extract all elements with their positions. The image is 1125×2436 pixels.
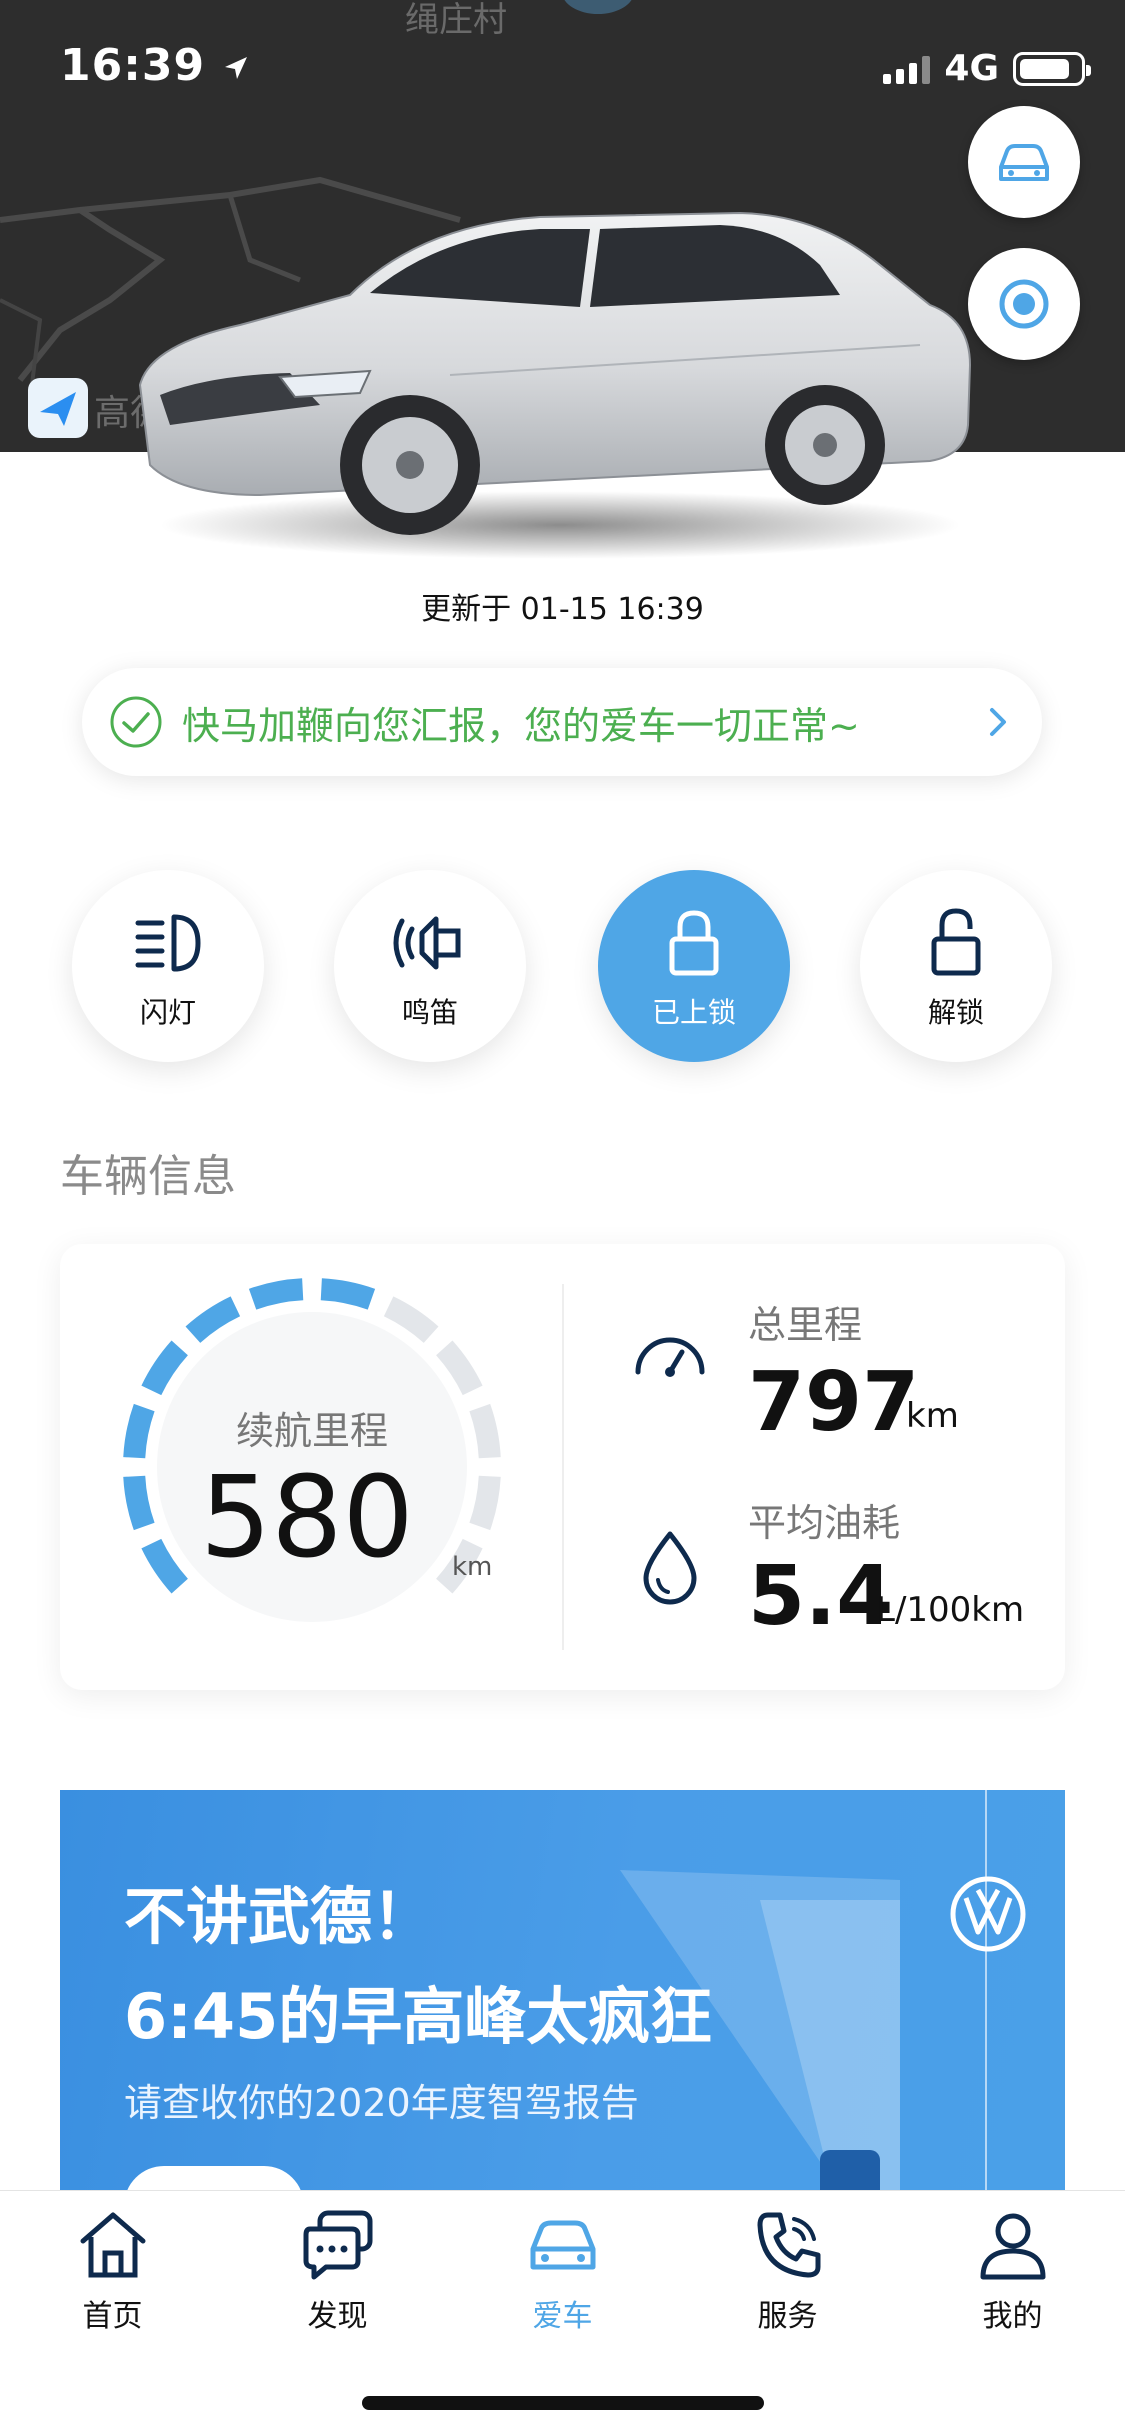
banner-subtitle: 请查收你的2020年度智驾报告 bbox=[124, 2081, 639, 2125]
flash-lights-label: 闪灯 bbox=[139, 996, 196, 1029]
signal-icon bbox=[883, 54, 931, 84]
phone-icon bbox=[757, 2212, 820, 2278]
banner-headline-2: 6:45的早高峰太疯狂 bbox=[124, 1980, 713, 2053]
speedometer-icon bbox=[635, 1337, 705, 1377]
unlock-button[interactable]: 解锁 bbox=[860, 870, 1052, 1062]
home-indicator[interactable] bbox=[362, 2396, 764, 2410]
tab-home[interactable]: 首页 bbox=[0, 2205, 225, 2335]
annual-report-banner[interactable]: 不讲武德！ 6:45的早高峰太疯狂 请查收你的2020年度智驾报告 bbox=[60, 1790, 1065, 2220]
gauge-segment bbox=[383, 1296, 439, 1344]
tab-discover-label: 发现 bbox=[307, 2299, 368, 2334]
gauge-segment bbox=[185, 1296, 241, 1344]
status-notice-banner[interactable]: 快马加鞭向您汇报，您的爱车一切正常~ bbox=[82, 668, 1042, 776]
home-icon bbox=[80, 2212, 145, 2278]
remote-actions: 闪灯 鸣笛 已上锁 解锁 bbox=[0, 870, 1125, 1070]
tab-discover[interactable]: 发现 bbox=[225, 2205, 450, 2335]
chat-bubbles-icon bbox=[303, 2210, 372, 2280]
lock-closed-icon bbox=[669, 910, 719, 976]
lock-open-icon bbox=[931, 908, 981, 976]
odometer-unit: km bbox=[906, 1396, 959, 1436]
gauge-segment bbox=[435, 1340, 483, 1396]
tab-home-label: 首页 bbox=[82, 2299, 143, 2334]
horn-icon bbox=[393, 916, 461, 970]
unlock-label: 解锁 bbox=[927, 996, 984, 1029]
fuel-unit: L/100km bbox=[876, 1590, 1025, 1630]
gauge-segment bbox=[248, 1278, 304, 1310]
range-value: 580 bbox=[200, 1453, 414, 1583]
status-time: 16:39 bbox=[60, 40, 251, 91]
odometer-value: 797 bbox=[748, 1355, 920, 1450]
locked-label: 已上锁 bbox=[651, 996, 736, 1029]
user-icon bbox=[980, 2213, 1045, 2280]
gauge-segment bbox=[123, 1475, 155, 1531]
battery-icon bbox=[1013, 51, 1091, 86]
banner-headline-1: 不讲武德！ bbox=[124, 1880, 435, 1953]
tab-my-car[interactable]: 爱车 bbox=[450, 2205, 675, 2335]
gauge-segment bbox=[320, 1278, 376, 1310]
notice-text: 快马加鞭向您汇报，您的爱车一切正常~ bbox=[182, 703, 860, 748]
odometer-label: 总里程 bbox=[748, 1303, 863, 1347]
fuel-label: 平均油耗 bbox=[748, 1501, 901, 1545]
status-indicators: 4G bbox=[883, 48, 1091, 89]
update-timestamp: 更新于 01-15 16:39 bbox=[421, 592, 704, 627]
horn-label: 鸣笛 bbox=[401, 996, 458, 1029]
tab-mine-label: 我的 bbox=[982, 2299, 1043, 2334]
chevron-right-icon bbox=[990, 708, 1006, 736]
vw-logo-icon bbox=[950, 1876, 1026, 1952]
network-type: 4G bbox=[944, 48, 999, 89]
headlight-flash-icon bbox=[135, 914, 201, 972]
range-unit: km bbox=[452, 1552, 493, 1582]
vehicle-info-card: 续航里程 580 km 总里程 797 km 平均油耗 5.4 L/100km bbox=[60, 1244, 1065, 1690]
gauge-segment bbox=[469, 1475, 501, 1531]
app-screen: 绳庄村 高德 16:39 4G 更新于 01-15 16:39 快马加鞭向您汇报… bbox=[0, 0, 1125, 2436]
range-gauge: 续航里程 580 km bbox=[112, 1272, 512, 1662]
tab-service[interactable]: 服务 bbox=[675, 2205, 900, 2335]
tab-my-car-label: 爱车 bbox=[532, 2299, 593, 2334]
flash-lights-button[interactable]: 闪灯 bbox=[72, 870, 264, 1062]
tab-service-label: 服务 bbox=[757, 2299, 818, 2334]
car-image bbox=[120, 195, 1000, 565]
location-arrow-icon bbox=[225, 57, 248, 79]
car-icon bbox=[999, 144, 1049, 181]
car-icon bbox=[530, 2220, 595, 2270]
gauge-segment bbox=[141, 1538, 189, 1594]
banner-divider bbox=[985, 1790, 987, 2220]
horn-button[interactable]: 鸣笛 bbox=[334, 870, 526, 1062]
gauge-segment bbox=[141, 1340, 189, 1396]
amap-logo-icon bbox=[28, 378, 88, 438]
tab-mine[interactable]: 我的 bbox=[900, 2205, 1125, 2335]
range-label: 续航里程 bbox=[235, 1409, 388, 1453]
check-circle-icon bbox=[110, 696, 162, 748]
vehicle-info-title: 车辆信息 bbox=[60, 1151, 236, 1202]
card-divider bbox=[562, 1284, 564, 1650]
status-bar: 16:39 4G bbox=[0, 0, 1125, 140]
fuel-drop-icon bbox=[643, 1531, 697, 1605]
notice-caret bbox=[184, 646, 228, 670]
locked-button[interactable]: 已上锁 bbox=[598, 870, 790, 1062]
fuel-value: 5.4 bbox=[748, 1549, 894, 1644]
